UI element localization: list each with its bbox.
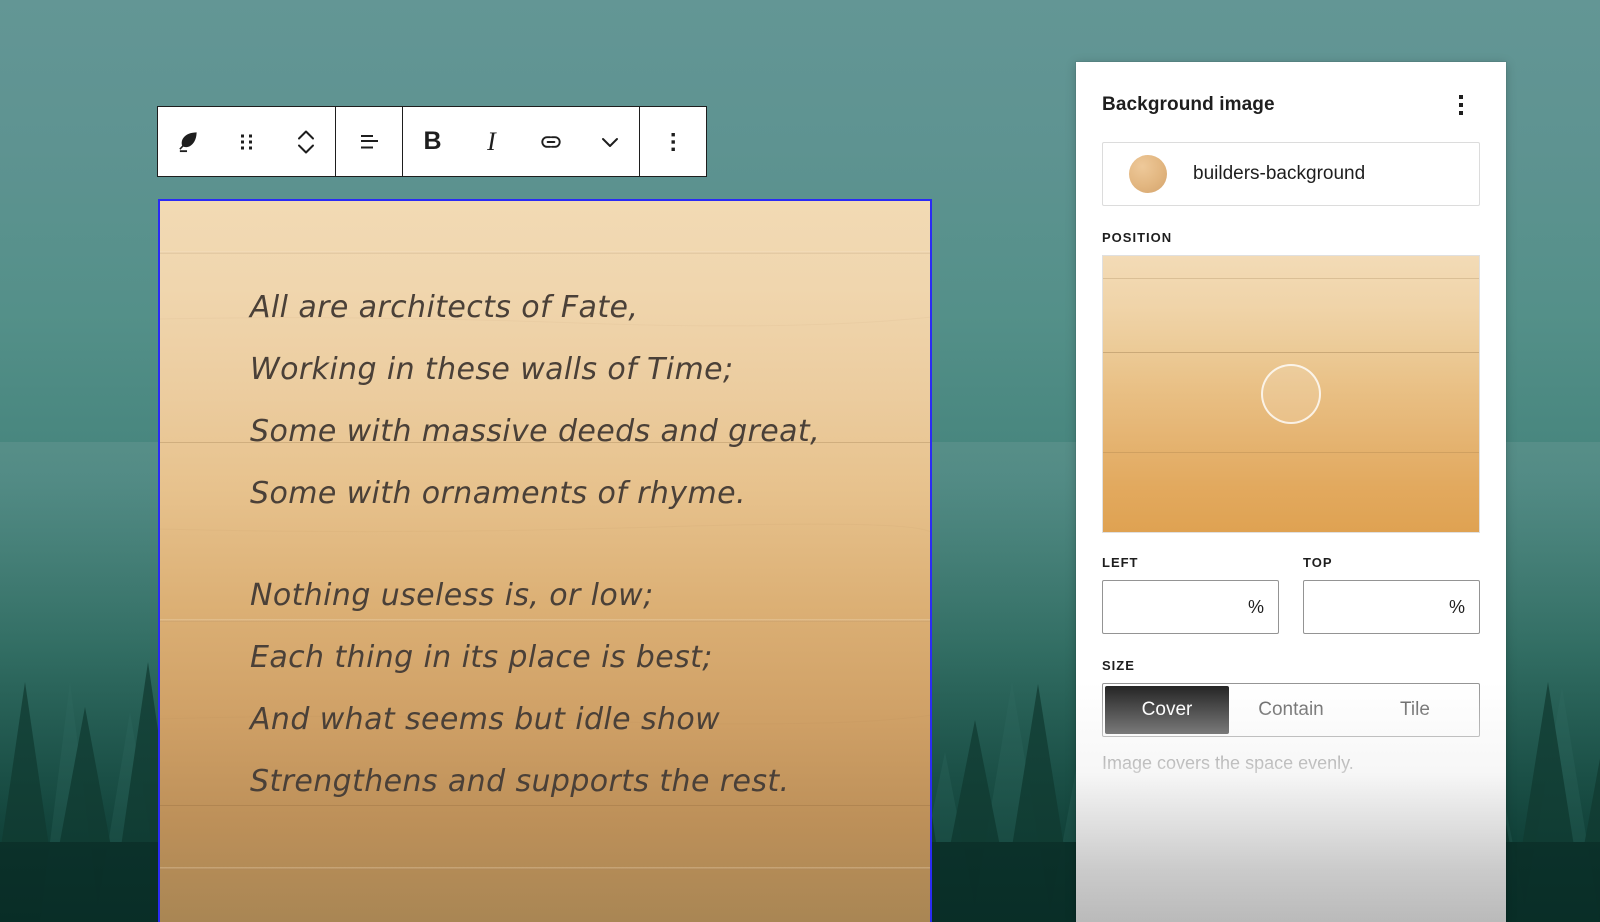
toolbar-group-block-controls <box>158 107 335 176</box>
top-field-wrapper: TOP % <box>1303 555 1480 634</box>
top-field-label: TOP <box>1303 555 1333 570</box>
verse-block[interactable]: All are architects of Fate, Working in t… <box>158 199 932 922</box>
stanza: All are architects of Fate, Working in t… <box>250 277 892 525</box>
block-toolbar[interactable]: B I <box>157 106 707 177</box>
drag-handle-icon <box>240 134 252 149</box>
image-thumbnail-circle <box>1129 155 1167 193</box>
verse-line: Some with ornaments of rhyme. <box>250 476 746 511</box>
position-fields: LEFT % TOP % <box>1102 555 1480 634</box>
left-input[interactable] <box>1103 581 1278 633</box>
verse-line: Working in these walls of Time; <box>250 352 734 387</box>
panel-header: Background image <box>1102 62 1480 142</box>
stanza: Nothing useless is, or low; Each thing i… <box>250 565 892 813</box>
panel-title: Background image <box>1102 94 1275 115</box>
left-input-box[interactable]: % <box>1102 580 1279 634</box>
toolbar-group-formatting: B I <box>402 107 639 176</box>
toolbar-group-options <box>639 107 706 176</box>
verse-line: Strengthens and supports the rest. <box>250 764 790 799</box>
chevron-down-icon <box>601 137 618 147</box>
panel-more-options-button[interactable] <box>1442 86 1480 124</box>
top-input[interactable] <box>1304 581 1479 633</box>
position-section-label: POSITION <box>1102 230 1173 245</box>
size-help-text: Image covers the space evenly. <box>1102 753 1354 773</box>
position-drag-handle[interactable] <box>1261 364 1321 424</box>
background-image-settings-panel: Background image builders-background POS… <box>1076 62 1506 922</box>
verse-line: Nothing useless is, or low; <box>250 578 654 613</box>
toolbar-group-alignment <box>335 107 402 176</box>
move-up-down-button[interactable] <box>276 107 335 176</box>
link-icon <box>540 135 561 148</box>
verse-content[interactable]: All are architects of Fate, Working in t… <box>250 277 892 853</box>
align-text-left-icon <box>361 134 378 148</box>
media-item-row[interactable]: builders-background <box>1102 142 1480 206</box>
top-input-box[interactable]: % <box>1303 580 1480 634</box>
bold-icon: B <box>423 127 442 155</box>
left-field-wrapper: LEFT % <box>1102 555 1279 634</box>
vertical-ellipsis-icon <box>1459 95 1463 99</box>
media-item-name: builders-background <box>1193 163 1366 184</box>
size-option-contain[interactable]: Contain <box>1229 686 1353 734</box>
italic-icon: I <box>487 126 496 156</box>
link-button[interactable] <box>521 107 580 176</box>
left-field-label: LEFT <box>1102 555 1139 570</box>
vertical-ellipsis-icon <box>1459 103 1463 107</box>
verse-line: All are architects of Fate, <box>250 290 639 325</box>
size-option-cover[interactable]: Cover <box>1105 686 1229 734</box>
move-up-down-icon <box>297 130 314 153</box>
more-rich-text-button[interactable] <box>580 107 639 176</box>
verse-line: Each thing in its place is best; <box>250 640 713 675</box>
size-section-label: SIZE <box>1102 658 1135 673</box>
size-option-group: Cover Contain Tile <box>1102 683 1480 737</box>
position-preview-canvas[interactable] <box>1102 255 1480 533</box>
vertical-ellipsis-icon <box>1459 111 1463 115</box>
verse-line: Some with massive deeds and great, <box>250 414 821 449</box>
block-options-button[interactable] <box>640 107 706 176</box>
italic-button[interactable]: I <box>462 107 521 176</box>
drag-handle-button[interactable] <box>217 107 276 176</box>
vertical-ellipsis-icon <box>671 132 675 151</box>
block-type-verse-button[interactable] <box>158 107 217 176</box>
bold-button[interactable]: B <box>403 107 462 176</box>
quill-pen-icon <box>178 131 197 152</box>
size-option-tile[interactable]: Tile <box>1353 686 1477 734</box>
verse-line: And what seems but idle show <box>250 702 721 737</box>
align-text-button[interactable] <box>336 107 402 176</box>
